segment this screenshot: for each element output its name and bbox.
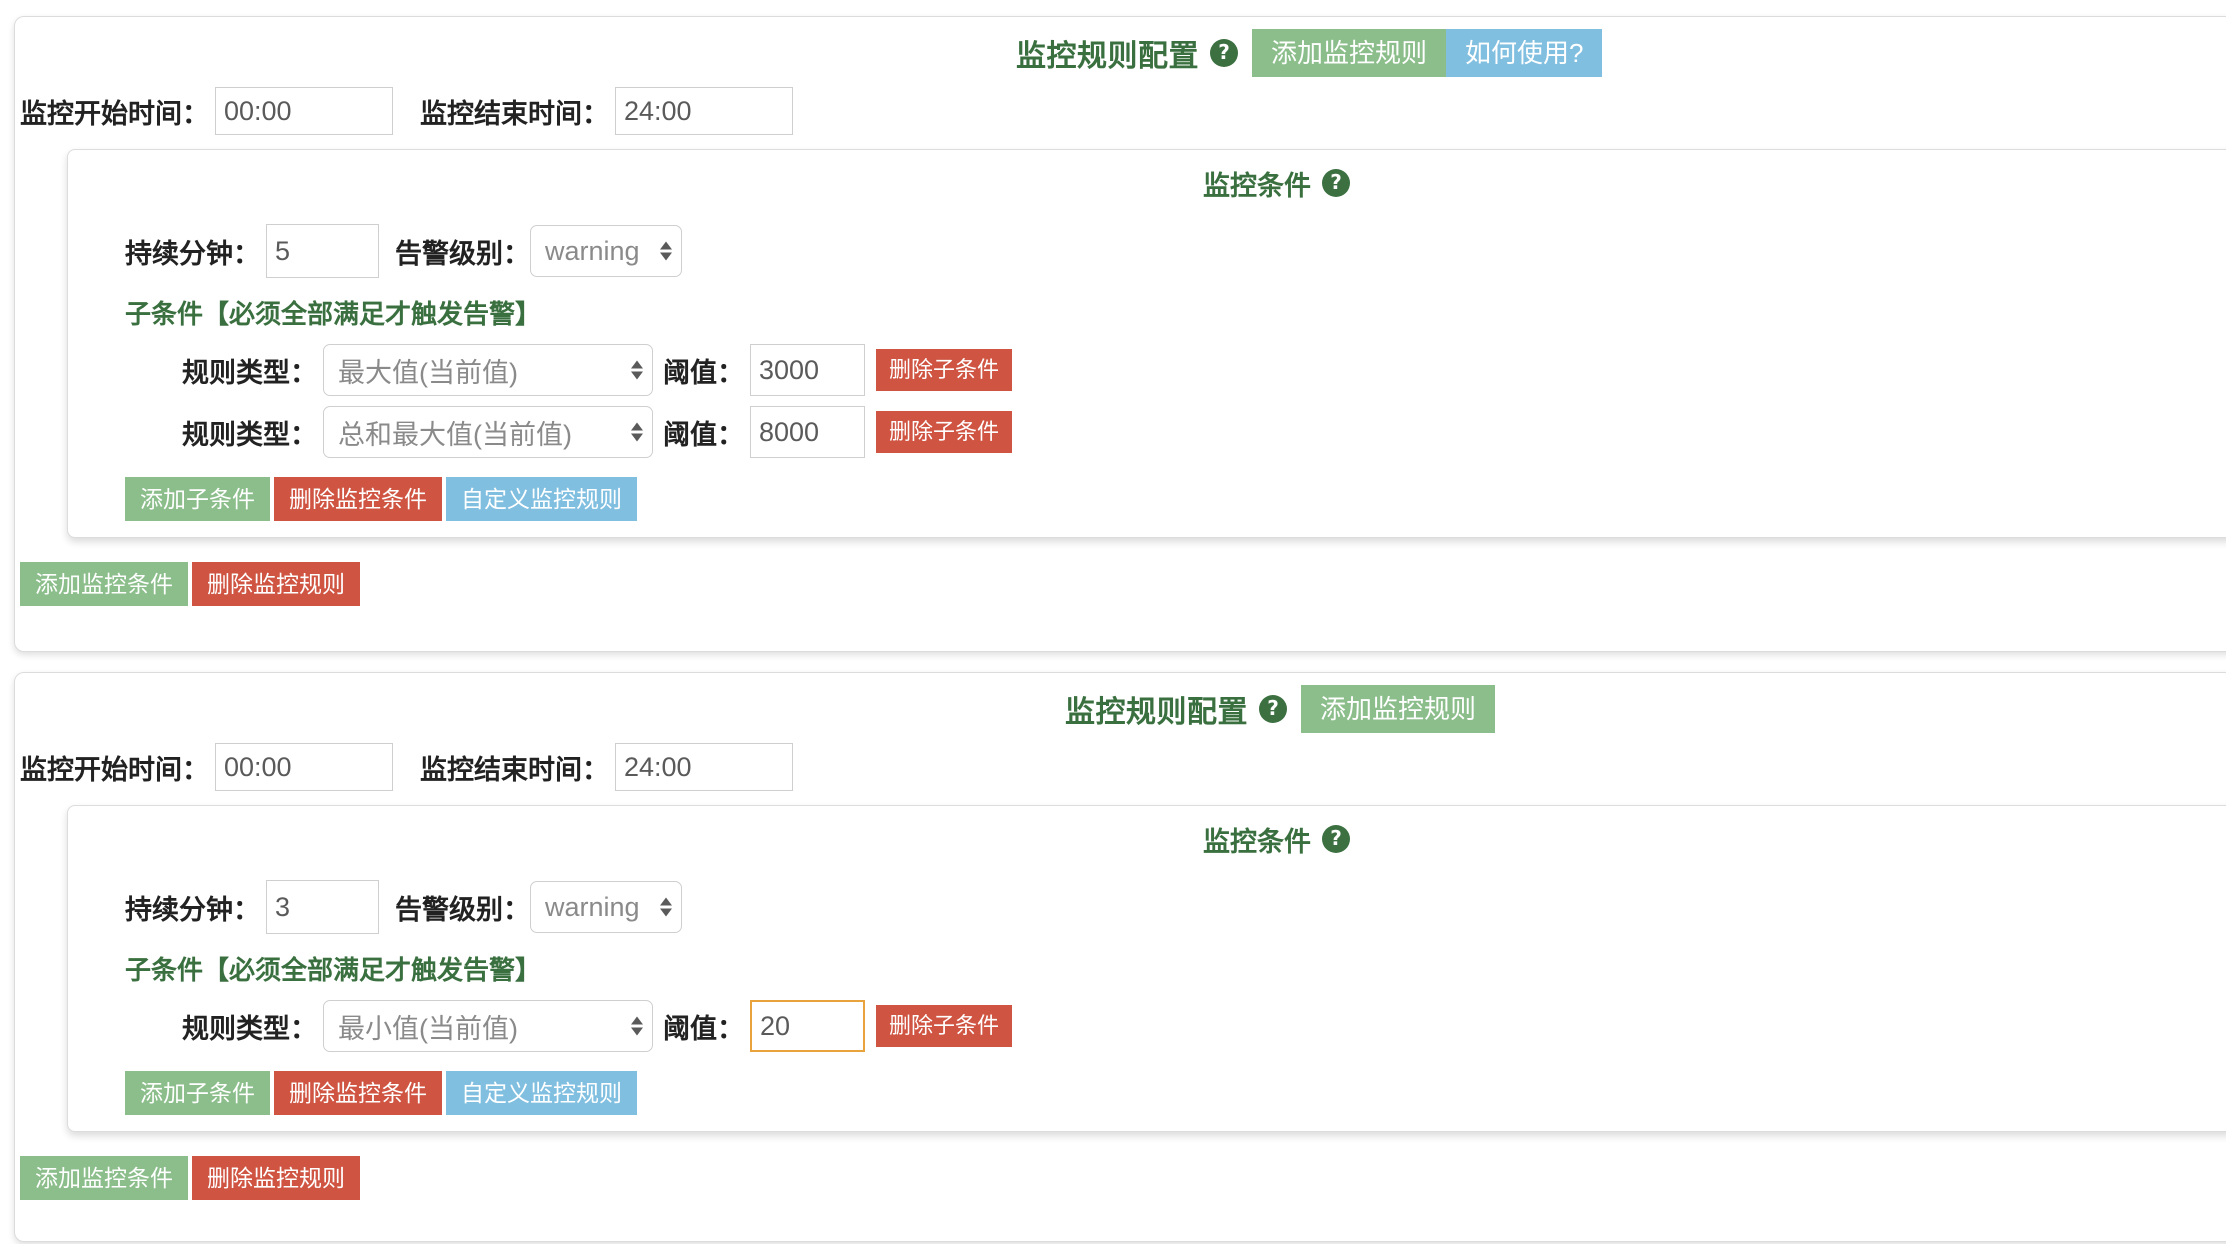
duration-label: 持续分钟： xyxy=(125,888,260,927)
end-time-input[interactable] xyxy=(615,743,793,791)
condition-2-duration-row: 持续分钟： 告警级别： warning xyxy=(68,878,2226,936)
add-rule-button[interactable]: 添加监控规则 xyxy=(1301,685,1495,733)
add-condition-button[interactable]: 添加监控条件 xyxy=(20,1156,188,1200)
add-subcondition-button[interactable]: 添加子条件 xyxy=(125,477,270,521)
monitor-rule-config-page: 监控规则配置 ? 添加监控规则 如何使用? 监控开始时间： 监控结束时间： 监控… xyxy=(0,0,2226,1244)
duration-input[interactable] xyxy=(266,880,379,934)
rule-type-select[interactable]: 总和最大值(当前值) xyxy=(323,406,653,458)
delete-subcondition-button[interactable]: 删除子条件 xyxy=(876,411,1012,453)
custom-rule-button[interactable]: 自定义监控规则 xyxy=(446,477,637,521)
help-icon[interactable]: ? xyxy=(1322,825,1350,853)
threshold-input[interactable] xyxy=(750,1000,865,1052)
rule-panel-2-header: 监控规则配置 ? 添加监控规则 xyxy=(15,673,2226,745)
rule-2-button-row: 添加监控条件 删除监控规则 xyxy=(15,1156,2226,1200)
start-time-label: 监控开始时间： xyxy=(20,92,209,131)
condition-title: 监控条件 xyxy=(1203,820,1311,859)
rule-type-label: 规则类型： xyxy=(182,1007,317,1046)
subcondition-row: 规则类型： 最小值(当前值) 阈值： 删除子条件 xyxy=(68,995,2226,1057)
rule-type-value: 最大值(当前值) xyxy=(338,351,518,390)
end-time-input[interactable] xyxy=(615,87,793,135)
condition-panel-2-header: 监控条件 ? xyxy=(68,806,2226,872)
chevron-updown-icon xyxy=(660,242,672,261)
help-icon-glyph: ? xyxy=(1330,828,1342,848)
threshold-input[interactable] xyxy=(750,406,865,458)
alert-level-value: warning xyxy=(545,236,640,267)
condition-panel-1: 监控条件 ? 持续分钟： 告警级别： warning 子条件【必须全部满足才触发… xyxy=(67,149,2226,538)
subcondition-heading: 子条件【必须全部满足才触发告警】 xyxy=(68,950,2226,987)
rule-panel-1-header: 监控规则配置 ? 添加监控规则 如何使用? xyxy=(15,17,2226,89)
delete-subcondition-button[interactable]: 删除子条件 xyxy=(876,349,1012,391)
delete-condition-button[interactable]: 删除监控条件 xyxy=(274,477,442,521)
rule-2-time-row: 监控开始时间： 监控结束时间： xyxy=(15,739,2226,795)
rule-type-value: 最小值(当前值) xyxy=(338,1007,518,1046)
threshold-label: 阈值： xyxy=(663,1007,744,1046)
chevron-updown-icon xyxy=(631,423,643,442)
add-rule-button[interactable]: 添加监控规则 xyxy=(1252,29,1446,77)
rule-type-select[interactable]: 最小值(当前值) xyxy=(323,1000,653,1052)
rule-panel-2: 监控规则配置 ? 添加监控规则 监控开始时间： 监控结束时间： 监控条件 ? 持… xyxy=(14,672,2226,1242)
add-subcondition-button[interactable]: 添加子条件 xyxy=(125,1071,270,1115)
chevron-updown-icon xyxy=(631,1017,643,1036)
alert-level-select[interactable]: warning xyxy=(530,225,682,277)
threshold-input[interactable] xyxy=(750,344,865,396)
page-title: 监控规则配置 xyxy=(1065,687,1248,731)
delete-rule-button[interactable]: 删除监控规则 xyxy=(192,1156,360,1200)
help-icon[interactable]: ? xyxy=(1322,169,1350,197)
alert-level-label: 告警级别： xyxy=(395,232,530,271)
help-icon-glyph: ? xyxy=(1330,172,1342,192)
alert-level-select[interactable]: warning xyxy=(530,881,682,933)
subcondition-row: 规则类型： 最大值(当前值) 阈值： 删除子条件 xyxy=(68,339,2226,401)
chevron-updown-icon xyxy=(631,361,643,380)
duration-label: 持续分钟： xyxy=(125,232,260,271)
duration-input[interactable] xyxy=(266,224,379,278)
help-icon-glyph: ? xyxy=(1218,42,1230,62)
alert-level-value: warning xyxy=(545,892,640,923)
subcondition-row: 规则类型： 总和最大值(当前值) 阈值： 删除子条件 xyxy=(68,401,2226,463)
rule-type-label: 规则类型： xyxy=(182,413,317,452)
rule-type-select[interactable]: 最大值(当前值) xyxy=(323,344,653,396)
subcondition-heading: 子条件【必须全部满足才触发告警】 xyxy=(68,294,2226,331)
chevron-updown-icon xyxy=(660,898,672,917)
condition-panel-2: 监控条件 ? 持续分钟： 告警级别： warning 子条件【必须全部满足才触发… xyxy=(67,805,2226,1132)
rule-1-button-row: 添加监控条件 删除监控规则 xyxy=(15,562,2226,606)
start-time-input[interactable] xyxy=(215,87,393,135)
start-time-label: 监控开始时间： xyxy=(20,748,209,787)
condition-1-duration-row: 持续分钟： 告警级别： warning xyxy=(68,222,2226,280)
alert-level-label: 告警级别： xyxy=(395,888,530,927)
delete-condition-button[interactable]: 删除监控条件 xyxy=(274,1071,442,1115)
custom-rule-button[interactable]: 自定义监控规则 xyxy=(446,1071,637,1115)
condition-2-button-row: 添加子条件 删除监控条件 自定义监控规则 xyxy=(68,1071,2226,1115)
help-icon-glyph: ? xyxy=(1267,698,1279,718)
end-time-label: 监控结束时间： xyxy=(420,748,609,787)
help-icon[interactable]: ? xyxy=(1210,39,1238,67)
rule-1-time-row: 监控开始时间： 监控结束时间： xyxy=(15,83,2226,139)
how-to-use-button[interactable]: 如何使用? xyxy=(1446,29,1602,77)
condition-1-button-row: 添加子条件 删除监控条件 自定义监控规则 xyxy=(68,477,2226,521)
rule-panel-1: 监控规则配置 ? 添加监控规则 如何使用? 监控开始时间： 监控结束时间： 监控… xyxy=(14,16,2226,652)
rule-type-value: 总和最大值(当前值) xyxy=(338,413,572,452)
rule-type-label: 规则类型： xyxy=(182,351,317,390)
delete-rule-button[interactable]: 删除监控规则 xyxy=(192,562,360,606)
threshold-label: 阈值： xyxy=(663,351,744,390)
end-time-label: 监控结束时间： xyxy=(420,92,609,131)
help-icon[interactable]: ? xyxy=(1259,695,1287,723)
add-condition-button[interactable]: 添加监控条件 xyxy=(20,562,188,606)
start-time-input[interactable] xyxy=(215,743,393,791)
condition-title: 监控条件 xyxy=(1203,164,1311,203)
page-title: 监控规则配置 xyxy=(1016,31,1199,75)
threshold-label: 阈值： xyxy=(663,413,744,452)
condition-panel-1-header: 监控条件 ? xyxy=(68,150,2226,216)
delete-subcondition-button[interactable]: 删除子条件 xyxy=(876,1005,1012,1047)
